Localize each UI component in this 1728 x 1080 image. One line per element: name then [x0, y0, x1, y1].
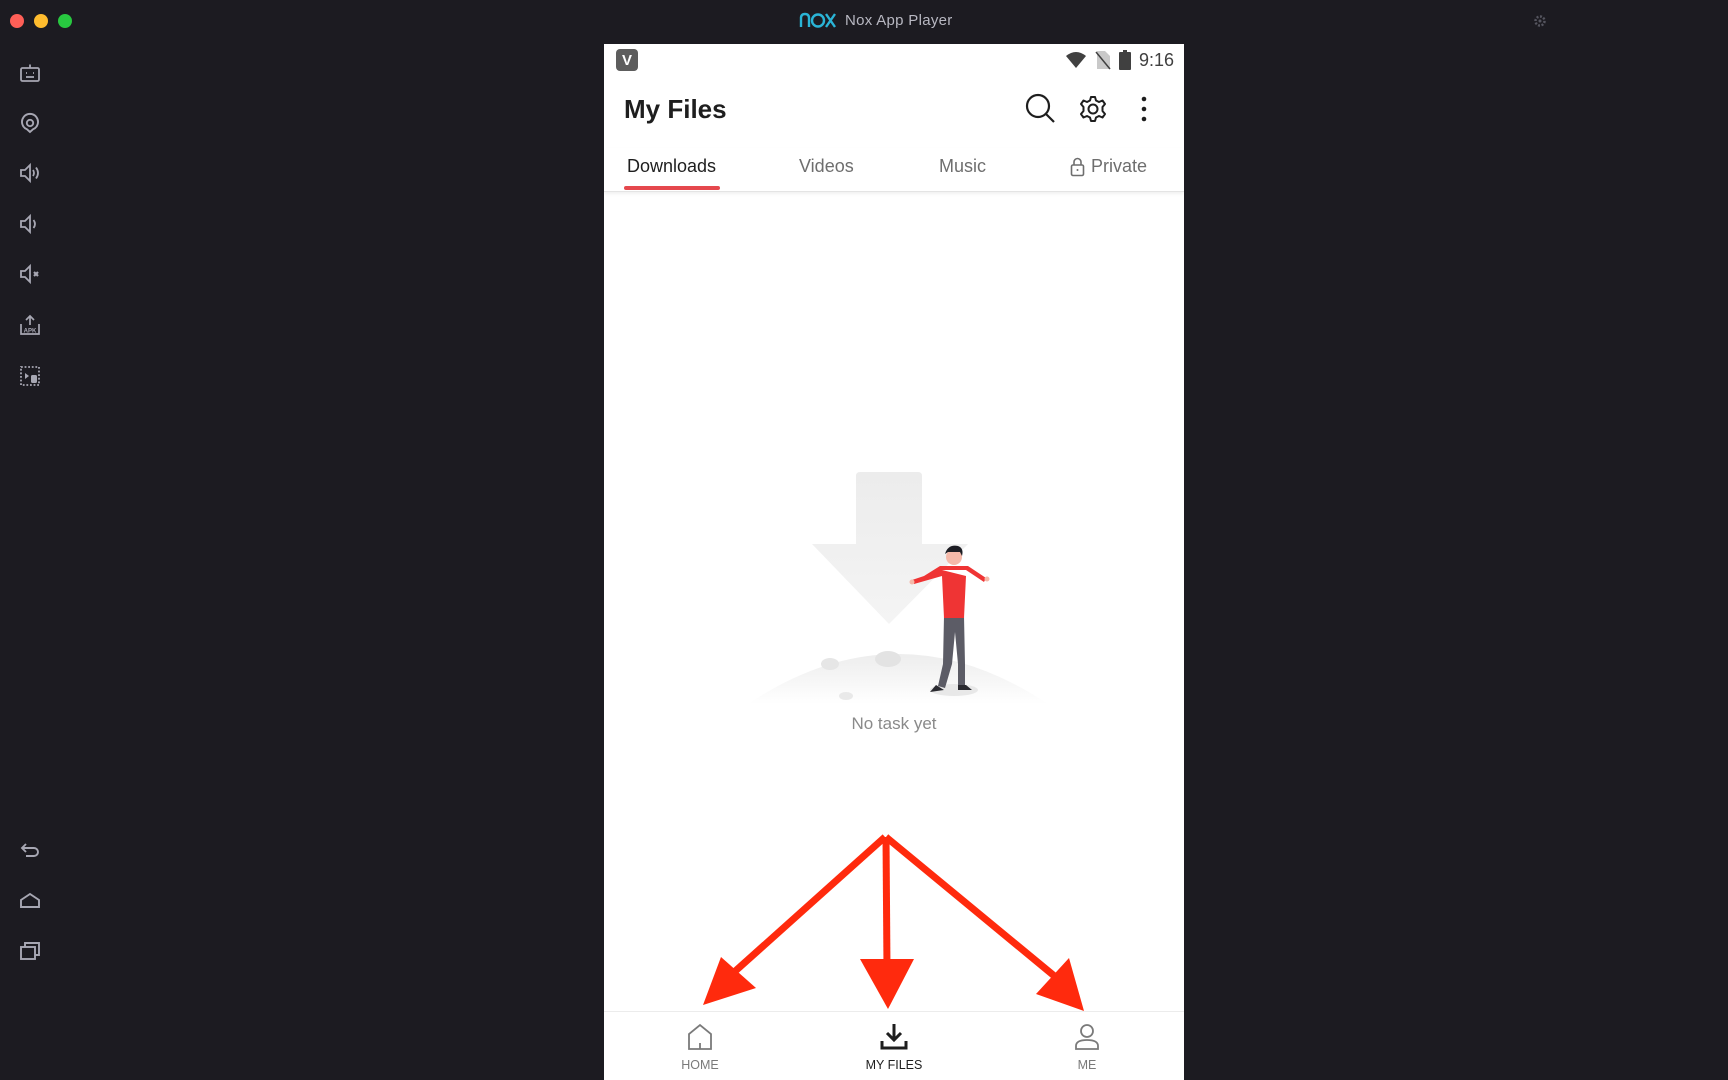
window-title: Nox App Player [799, 11, 953, 29]
volume-down-button[interactable] [17, 211, 43, 237]
back-arrow-icon [20, 843, 39, 857]
more-options-button[interactable] [1124, 89, 1164, 129]
tab-videos[interactable]: Videos [799, 156, 854, 177]
battery-icon [1118, 50, 1131, 70]
tab-downloads[interactable]: Downloads [627, 156, 716, 177]
android-screen: V 9:16 My Files Downloads Videos Music P… [604, 44, 1184, 1080]
tab-label: Videos [799, 156, 854, 176]
volume-up-icon [20, 162, 39, 184]
mute-button[interactable] [17, 261, 43, 287]
window-title-text: Nox App Player [845, 11, 953, 29]
screen-record-button[interactable] [17, 363, 43, 389]
apk-upload-icon: APK [20, 314, 40, 335]
page-title: My Files [624, 94, 727, 124]
empty-downloads-illustration [748, 472, 1048, 704]
nav-label: HOME [681, 1058, 719, 1072]
android-back-button[interactable] [17, 838, 43, 864]
bottom-navigation: HOME MY FILES ME [604, 1011, 1184, 1080]
tab-music[interactable]: Music [939, 156, 986, 177]
more-vertical-icon [1141, 96, 1147, 122]
person-icon [1075, 1024, 1099, 1050]
screen-record-icon [20, 366, 40, 386]
nav-label: MY FILES [865, 1058, 923, 1072]
status-bar: V 9:16 [604, 44, 1184, 76]
recent-apps-button[interactable] [17, 938, 43, 964]
file-tabs: Downloads Videos Music Private [604, 148, 1184, 192]
annotation-arrow-right-shaft [883, 834, 1061, 982]
location-button[interactable] [17, 110, 43, 136]
gear-icon [1080, 96, 1106, 122]
android-home-button[interactable] [17, 888, 43, 914]
title-bar: Nox App Player [0, 0, 1728, 44]
svg-text:APK: APK [24, 329, 37, 335]
annotation-arrow-left-shaft [729, 834, 888, 977]
close-window-button[interactable] [10, 14, 24, 28]
search-button[interactable] [1021, 89, 1061, 129]
recent-apps-icon [20, 942, 40, 960]
nav-my-files[interactable]: MY FILES [824, 1012, 964, 1080]
download-tray-icon [880, 1024, 908, 1050]
volume-mute-icon [20, 263, 39, 285]
annotation-arrow-right-head [1036, 958, 1084, 1011]
install-apk-button[interactable]: APK [17, 312, 43, 338]
annotation-arrow-center-shaft [882, 836, 891, 970]
tab-private[interactable]: Private [1070, 156, 1147, 177]
empty-state-message: No task yet [851, 714, 937, 733]
tab-label: Downloads [627, 156, 717, 176]
home-outline-icon [688, 1023, 712, 1050]
lock-icon [1070, 157, 1085, 176]
volume-up-button[interactable] [17, 160, 43, 186]
settings-button[interactable] [1073, 89, 1113, 129]
tab-label: Music [939, 156, 987, 176]
no-sim-icon [1095, 51, 1111, 70]
annotation-arrow-left-head [703, 957, 756, 1005]
status-time: 9:16 [1138, 49, 1174, 70]
keyboard-mapping-button[interactable] [17, 61, 43, 87]
nox-logo-icon [799, 12, 836, 28]
volume-down-icon [20, 213, 36, 235]
status-indicators: 9:16 [1065, 49, 1174, 71]
nav-home[interactable]: HOME [630, 1012, 770, 1080]
nox-app-player-window: Nox App Player APK V 9:16 My Files Downl… [0, 0, 1728, 1080]
nav-label: ME [1077, 1058, 1097, 1072]
search-icon [1025, 93, 1055, 123]
minimize-window-button[interactable] [34, 14, 48, 28]
robot-keyboard-icon [20, 64, 40, 82]
location-pin-icon [21, 113, 39, 134]
tab-label: Private [1091, 156, 1148, 176]
annotation-arrow-center-head [860, 959, 914, 1009]
emulator-settings-icon[interactable] [1532, 13, 1548, 29]
app-notification-icon: V [616, 49, 638, 71]
wifi-icon [1065, 52, 1086, 68]
app-icon-letter: V [621, 51, 632, 69]
home-icon [20, 892, 40, 908]
nav-me[interactable]: ME [1017, 1012, 1157, 1080]
maximize-window-button[interactable] [58, 14, 72, 28]
active-tab-indicator [624, 186, 720, 190]
